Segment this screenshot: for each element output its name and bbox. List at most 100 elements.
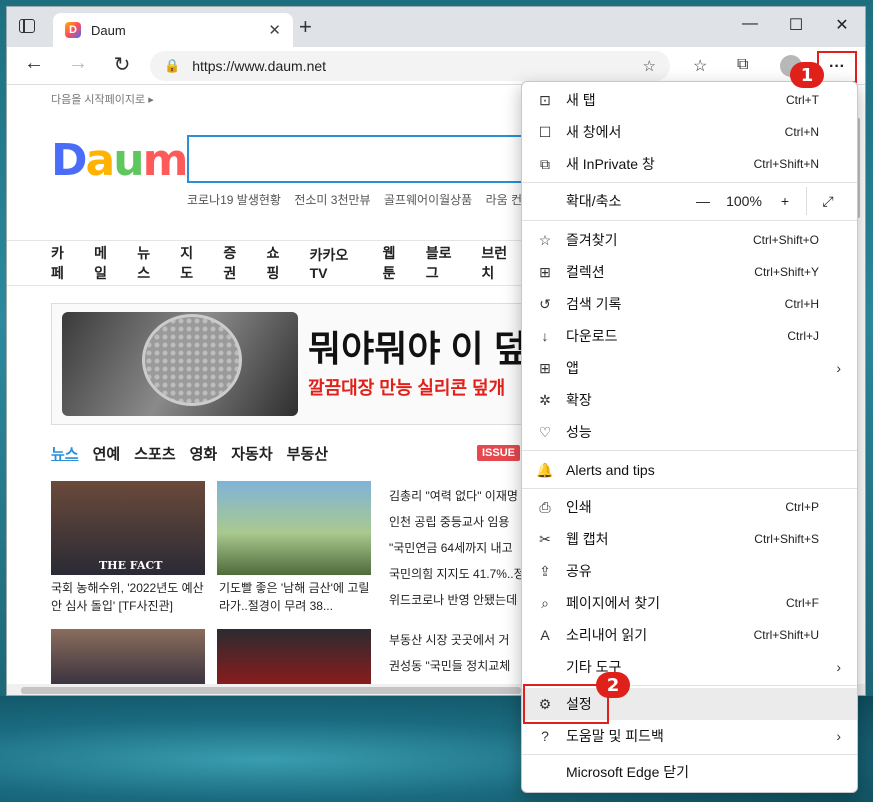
menu-item-downloads[interactable]: ↓ 다운로드 Ctrl+J	[522, 320, 857, 352]
minimize-button[interactable]: —	[727, 15, 773, 33]
keyword-link[interactable]: 전소미 3천만뷰	[294, 193, 370, 207]
news-thumbnail[interactable]	[51, 629, 205, 685]
favorites-icon[interactable]: ☆	[693, 56, 707, 76]
menu-item-help[interactable]: ? 도움말 및 피드백 ›	[522, 720, 857, 752]
menu-item-find[interactable]: ⌕ 페이지에서 찾기 Ctrl+F	[522, 587, 857, 619]
tab-close-icon[interactable]: ✕	[268, 21, 281, 39]
menu-item-more-tools[interactable]: 기타 도구 ›	[522, 651, 857, 683]
tab-entertainment[interactable]: 연예	[93, 443, 121, 464]
headline-link[interactable]: 인천 공립 중등교사 임용	[389, 513, 509, 530]
menu-label: 인쇄	[566, 499, 592, 515]
menu-item-performance[interactable]: ♡ 성능	[522, 416, 857, 448]
history-icon: ↺	[539, 295, 551, 312]
tab-title: Daum	[91, 22, 126, 38]
nav-brunch[interactable]: 브런치	[481, 243, 519, 283]
address-bar[interactable]: 🔒 https://www.daum.net ☆	[150, 51, 670, 81]
news-thumbnail[interactable]	[217, 481, 371, 575]
add-favorite-icon[interactable]: ☆	[643, 57, 656, 75]
menu-label: 다운로드	[566, 328, 618, 344]
news-thumbnail[interactable]: THE FACT	[51, 481, 205, 575]
ad-banner[interactable]: 뭐야뭐야 이 덮 깔끔대장 만능 실리콘 덮개	[51, 303, 537, 425]
tab-actions-icon[interactable]	[19, 19, 35, 33]
daum-logo[interactable]: Daum	[51, 135, 188, 186]
performance-icon: ♡	[538, 423, 552, 440]
menu-item-read-aloud[interactable]: A 소리내어 읽기 Ctrl+Shift+U	[522, 619, 857, 651]
step-badge-1: 1	[790, 62, 824, 88]
nav-map[interactable]: 지도	[180, 243, 205, 283]
keyword-link[interactable]: 코로나19 발생현황	[187, 193, 281, 207]
search-input[interactable]	[187, 135, 537, 183]
menu-label: Microsoft Edge 닫기	[566, 764, 690, 780]
news-tabs: 뉴스 연예 스포츠 영화 자동차 부동산	[51, 443, 342, 464]
menu-item-apps[interactable]: ⊞ 앱 ›	[522, 352, 857, 384]
menu-shortcut: Ctrl+Shift+U	[753, 628, 819, 642]
menu-label: 앱	[566, 360, 579, 376]
headline-link[interactable]: 부동산 시장 곳곳에서 거	[389, 631, 509, 648]
menu-shortcut: Ctrl+H	[784, 297, 819, 311]
menu-label: 컬렉션	[566, 264, 605, 280]
menu-item-new-window[interactable]: ☐ 새 창에서 Ctrl+N	[522, 116, 857, 148]
banner-cover-image	[142, 314, 242, 406]
tab-sports[interactable]: 스포츠	[134, 443, 175, 464]
forward-button[interactable]: →	[63, 52, 93, 75]
tab-realestate[interactable]: 부동산	[287, 443, 328, 464]
fullscreen-icon[interactable]: ⤢	[813, 193, 843, 210]
print-icon: ⎙	[539, 498, 551, 515]
menu-label: 성능	[566, 424, 592, 440]
menu-item-extensions[interactable]: ✲ 확장	[522, 384, 857, 416]
menu-item-inprivate[interactable]: ⧉ 새 InPrivate 창 Ctrl+Shift+N	[522, 148, 857, 180]
tab-daum[interactable]: D Daum ✕	[53, 13, 293, 47]
new-tab-button[interactable]: +	[299, 16, 312, 38]
headline-link[interactable]: 권성동 "국민들 정치교체	[389, 657, 510, 674]
menu-item-share[interactable]: ⇪ 공유	[522, 555, 857, 587]
back-button[interactable]: ←	[19, 52, 49, 75]
tab-car[interactable]: 자동차	[231, 443, 272, 464]
menu-item-favorites[interactable]: ☆ 즐겨찾기 Ctrl+Shift+O	[522, 224, 857, 256]
thumbnail-caption[interactable]: 국회 농해수위, '2022년도 예산안 심사 돌입' [TF사진관]	[51, 579, 205, 615]
headline-link[interactable]: 김총리 "여력 없다" 이재명	[389, 487, 518, 504]
nav-mail[interactable]: 메일	[94, 243, 119, 283]
zoom-out-button[interactable]: —	[688, 193, 718, 209]
keyword-link[interactable]: 골프웨어이월상품	[384, 193, 472, 207]
news-thumbnail[interactable]	[217, 629, 371, 685]
nav-shopping[interactable]: 쇼핑	[266, 243, 291, 283]
tab-news[interactable]: 뉴스	[51, 443, 79, 464]
issue-badge[interactable]: ISSUE	[477, 445, 521, 461]
menu-label: 공유	[566, 563, 592, 579]
inprivate-icon: ⧉	[540, 155, 550, 172]
menu-item-alerts[interactable]: 🔔 Alerts and tips	[522, 454, 857, 486]
scrollbar-thumb[interactable]	[21, 687, 521, 694]
maximize-button[interactable]: ☐	[773, 15, 819, 35]
menu-item-history[interactable]: ↺ 검색 기록 Ctrl+H	[522, 288, 857, 320]
menu-shortcut: Ctrl+Shift+Y	[754, 265, 819, 279]
headline-link[interactable]: 위드코로나 반영 안됐는데	[389, 591, 517, 608]
nav-kakaotv[interactable]: 카카오TV	[310, 245, 365, 281]
tab-movie[interactable]: 영화	[190, 443, 218, 464]
nav-cafe[interactable]: 카페	[51, 243, 76, 283]
menu-item-close-edge[interactable]: Microsoft Edge 닫기	[522, 756, 857, 788]
nav-news[interactable]: 뉴스	[137, 243, 162, 283]
menu-shortcut: Ctrl+F	[786, 596, 819, 610]
help-icon: ?	[541, 728, 549, 744]
download-icon: ↓	[541, 328, 549, 344]
headline-link[interactable]: "국민연금 64세까지 내고	[389, 539, 513, 556]
menu-item-new-tab[interactable]: ⊡ 새 탭 Ctrl+T	[522, 84, 857, 116]
close-window-button[interactable]: ✕	[819, 15, 865, 35]
apps-icon: ⊞	[539, 359, 551, 376]
menu-shortcut: Ctrl+Shift+S	[754, 532, 819, 546]
menu-shortcut: Ctrl+Shift+O	[752, 233, 819, 247]
thumbnail-caption[interactable]: 기도빨 좋은 '남해 금산'에 고릴라가..절경이 무려 38...	[219, 579, 373, 615]
headline-link[interactable]: 국민의힘 지지도 41.7%..정	[389, 565, 525, 582]
read-aloud-icon: A	[540, 627, 550, 643]
refresh-button[interactable]: ↻	[107, 52, 137, 77]
menu-label: 즐겨찾기	[566, 232, 618, 248]
collections-icon[interactable]: ⧉	[737, 56, 748, 74]
start-page-link[interactable]: 다음을 시작페이지로 ▸	[51, 91, 154, 107]
menu-item-collections[interactable]: ⊞ 컬렉션 Ctrl+Shift+Y	[522, 256, 857, 288]
menu-item-web-capture[interactable]: ✂ 웹 캡처 Ctrl+Shift+S	[522, 523, 857, 555]
menu-item-print[interactable]: ⎙ 인쇄 Ctrl+P	[522, 491, 857, 523]
nav-blog[interactable]: 블로그	[426, 243, 464, 283]
zoom-in-button[interactable]: +	[770, 193, 800, 209]
nav-webtoon[interactable]: 웹툰	[383, 243, 408, 283]
nav-stock[interactable]: 증권	[223, 243, 248, 283]
